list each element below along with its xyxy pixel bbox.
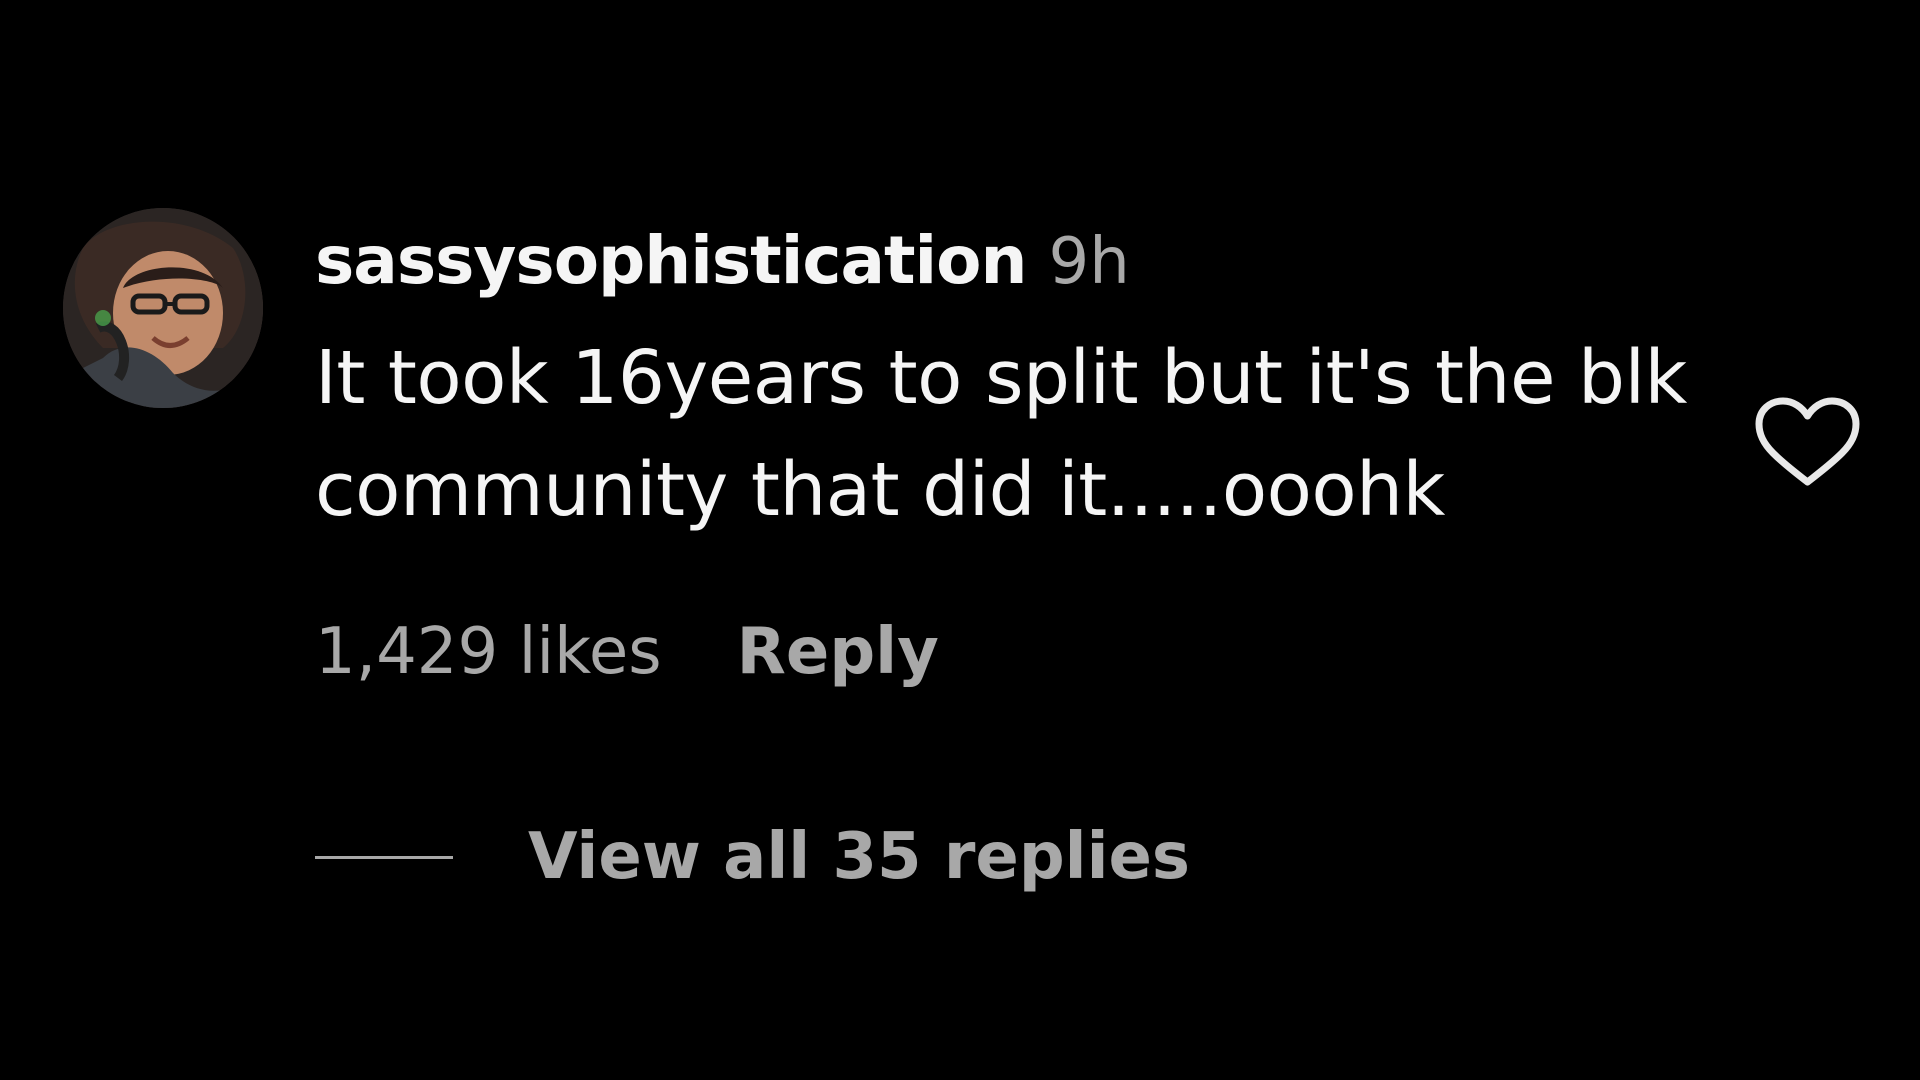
replies-divider-line: [315, 855, 453, 859]
reply-button[interactable]: Reply: [737, 615, 939, 689]
comment-actions: 1,429 likes Reply: [315, 615, 939, 689]
view-replies-button[interactable]: View all 35 replies: [315, 820, 1190, 894]
view-replies-label: View all 35 replies: [528, 820, 1190, 894]
heart-icon[interactable]: [1755, 396, 1860, 488]
username-link[interactable]: sassysophistication: [315, 222, 1028, 299]
avatar-photo: [63, 208, 263, 408]
comment-timestamp: 9h: [1048, 225, 1130, 299]
comment-body: sassysophistication 9h It took 16years t…: [315, 222, 1715, 546]
likes-count[interactable]: 1,429 likes: [315, 615, 662, 689]
avatar[interactable]: [63, 208, 263, 408]
comment-text: It took 16years to split but it's the bl…: [315, 335, 1687, 533]
comment-item: sassysophistication 9h It took 16years t…: [0, 0, 1920, 1080]
comment-header: sassysophistication 9h: [315, 222, 1715, 302]
